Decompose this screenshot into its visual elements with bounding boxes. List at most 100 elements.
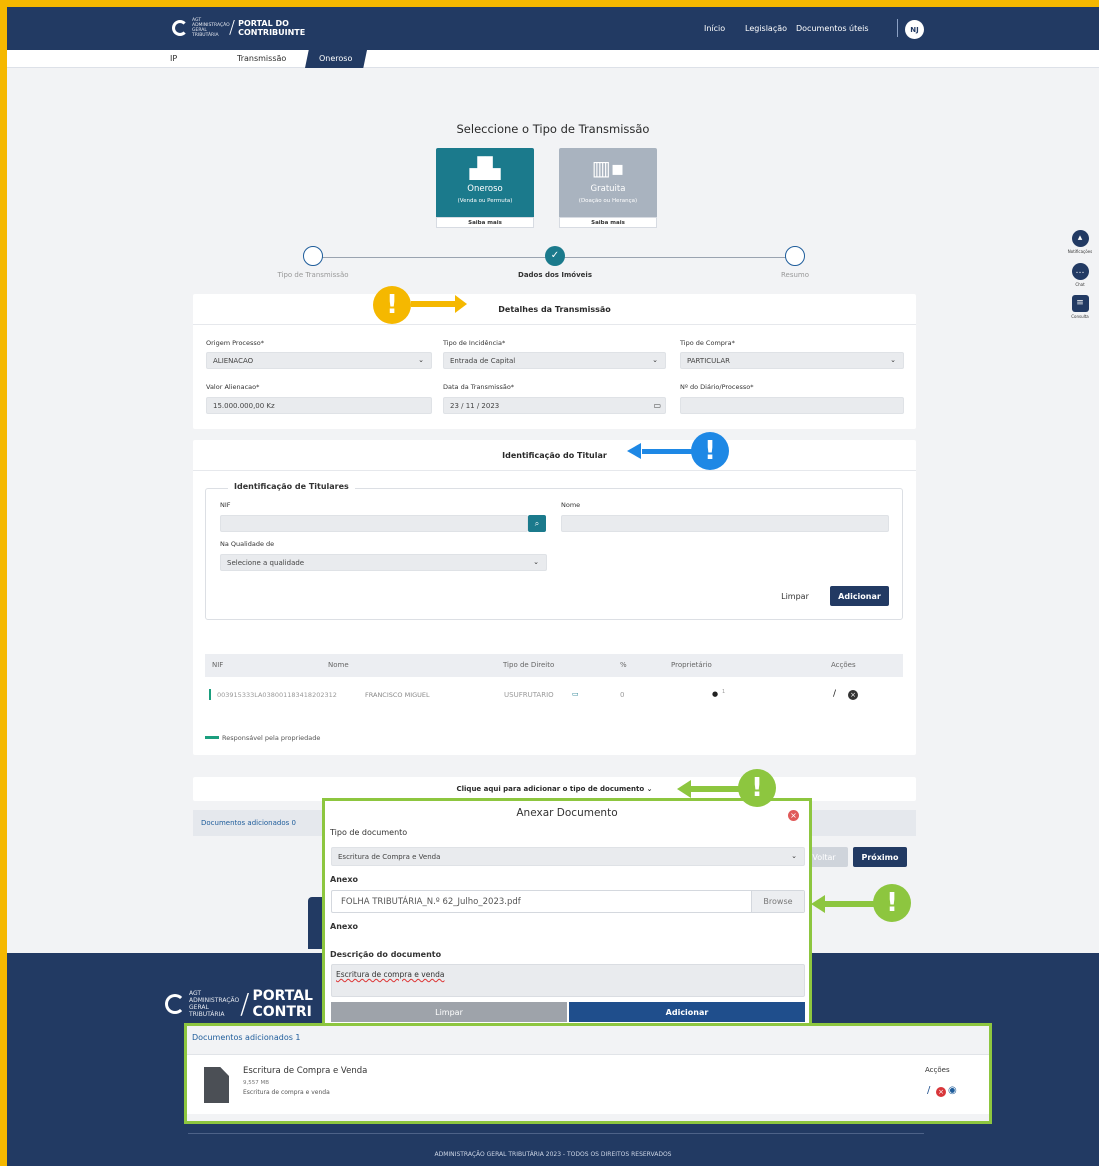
blue-callout-icon: ! xyxy=(691,432,729,470)
footer-title1: PORTAL xyxy=(252,987,313,1004)
incidencia-select[interactable]: Entrada de Capital ⌄ xyxy=(443,352,666,369)
card-oneroso-title: Oneroso xyxy=(467,184,503,194)
chevron-down-icon: ⌄ xyxy=(791,852,797,860)
descricao-textarea[interactable]: Escritura de compra e venda xyxy=(331,964,805,997)
chevron-down-icon: ⌄ xyxy=(890,356,896,364)
nav-legislacao[interactable]: Legislação xyxy=(745,24,787,33)
origem-select[interactable]: ALIENACAO ⌄ xyxy=(206,352,432,369)
chevron-down-icon: ⌄ xyxy=(418,356,424,364)
diario-input[interactable] xyxy=(680,397,904,414)
step-1-circle[interactable] xyxy=(303,246,323,266)
remove-icon[interactable]: × xyxy=(936,1087,946,1097)
detalhes-title: Detalhes da Transmissão xyxy=(498,305,611,314)
titulares-legend: Identificação de Titulares xyxy=(228,482,355,491)
qualidade-label: Na Qualidade de xyxy=(220,540,275,548)
green-callout-2-icon: ! xyxy=(873,884,911,922)
calendar-icon[interactable]: ▭ xyxy=(653,401,661,410)
notificacoes-tool[interactable]: ▴ Notificações xyxy=(1065,230,1095,254)
yellow-callout-icon: ! xyxy=(373,286,411,324)
nav-inicio[interactable]: Início xyxy=(704,24,725,33)
nome-label: Nome xyxy=(561,501,581,509)
legend-note: Responsável pela propriedade xyxy=(222,734,321,742)
close-icon[interactable]: × xyxy=(788,810,799,821)
agt-gear-icon xyxy=(172,19,188,36)
card-oneroso-saiba-mais[interactable]: Saiba mais xyxy=(436,217,534,228)
card-oneroso-subtitle: (Venda ou Permuta) xyxy=(457,198,513,204)
col-nif: NIF xyxy=(212,661,224,669)
qualidade-select[interactable]: Selecione a qualidade ⌄ xyxy=(220,554,547,571)
tipo-documento-select[interactable]: Escritura de Compra e Venda ⌄ xyxy=(331,847,805,866)
user-avatar[interactable]: NJ xyxy=(905,20,924,39)
compra-label: Tipo de Compra* xyxy=(680,339,735,347)
file-name: FOLHA TRIBUTÁRIA_N.º 62_Julho_2023.pdf xyxy=(341,897,521,907)
edit-pencil-icon[interactable]: / xyxy=(833,689,836,699)
calendar-icon[interactable]: ▭ xyxy=(572,690,579,698)
edit-pencil-icon[interactable]: / xyxy=(927,1085,930,1096)
eye-icon[interactable]: ● xyxy=(712,690,718,698)
green-arrow-1-head-icon xyxy=(677,780,691,798)
card-gratuita-saiba-mais[interactable]: Saiba mais xyxy=(559,217,657,228)
step-3-circle[interactable] xyxy=(785,246,805,266)
valor-input[interactable]: 15.000.000,00 Kz xyxy=(206,397,432,414)
responsavel-marker xyxy=(209,689,211,700)
page: AGT ADMINISTRAÇÃO GERAL TRIBUTÁRIA / POR… xyxy=(7,7,1099,1166)
green-callout-1-icon: ! xyxy=(738,769,776,807)
data-label: Data da Transmissão* xyxy=(443,383,515,391)
data-input[interactable]: 23 / 11 / 2023 ▭ xyxy=(443,397,666,414)
view-eye-icon[interactable]: ◉ xyxy=(948,1085,957,1096)
adicionar-titular-button[interactable]: Adicionar xyxy=(830,586,889,606)
logo-title-line1: PORTAL DO xyxy=(238,18,289,28)
proximo-button[interactable]: Próximo xyxy=(853,847,907,867)
nav-documentos-uteis[interactable]: Documentos úteis xyxy=(796,24,869,33)
footer-logo: AGT ADMINISTRAÇÃO GERAL TRIBUTÁRIA / POR… xyxy=(165,987,313,1020)
col-accoes: Acções xyxy=(831,661,856,669)
nome-input[interactable] xyxy=(561,515,889,532)
col-proprietario: Proprietário xyxy=(671,661,712,669)
chat-icon: … xyxy=(1071,263,1089,280)
file-input[interactable]: FOLHA TRIBUTÁRIA_N.º 62_Julho_2023.pdf B… xyxy=(331,890,805,913)
col-nome: Nome xyxy=(328,661,349,669)
list-item: Escritura de Compra e Venda 9,557 MB Esc… xyxy=(187,1054,989,1114)
table-row: 003915333LA038001183418202312 FRANCISCO … xyxy=(205,680,903,710)
col-percent: % xyxy=(620,661,627,669)
nav-divider xyxy=(897,19,898,37)
row-percent: 0 xyxy=(620,691,625,699)
limpar-button[interactable]: Limpar xyxy=(772,587,818,605)
card-gratuita-subtitle: (Doação ou Herança) xyxy=(578,198,638,204)
row-direito: USUFRUTARIO xyxy=(504,691,554,699)
added-docs-title: Documentos adicionados 1 xyxy=(192,1033,301,1042)
footer-title2: CONTRI xyxy=(252,1003,312,1020)
modal-limpar-button[interactable]: Limpar xyxy=(331,1002,567,1022)
doc-size: 9,557 MB xyxy=(243,1080,270,1086)
breadcrumb-transmissao[interactable]: Transmissão xyxy=(237,54,286,63)
consulta-icon: ≡ xyxy=(1071,295,1089,312)
browse-button[interactable]: Browse xyxy=(751,891,804,912)
blue-arrow-shaft xyxy=(642,449,692,454)
step-2-check-icon[interactable]: ✓ xyxy=(545,246,565,266)
breadcrumb-oneroso[interactable]: Oneroso xyxy=(305,50,367,68)
logo-agency-text: AGT ADMINISTRAÇÃO GERAL TRIBUTÁRIA xyxy=(192,17,230,38)
card-oneroso[interactable]: ▟▙ Oneroso (Venda ou Permuta) Saiba mais xyxy=(436,148,534,228)
logo-title-line2: CONTRIBUINTE xyxy=(238,27,306,37)
remove-icon[interactable]: × xyxy=(848,690,858,700)
compra-select[interactable]: PARTICULAR ⌄ xyxy=(680,352,904,369)
row-nif: 003915333LA038001183418202312 xyxy=(217,691,337,699)
documento-toggle-text: Clique aqui para adicionar o tipo de doc… xyxy=(456,785,645,793)
modal-adicionar-button[interactable]: Adicionar xyxy=(569,1002,805,1022)
row-nome: FRANCISCO MIGUEL xyxy=(365,691,430,699)
green-arrow-2-head-icon xyxy=(811,895,825,913)
breadcrumb-ip[interactable]: IP xyxy=(170,54,177,63)
consulta-tool[interactable]: ≡ Consulta xyxy=(1065,295,1095,319)
green-arrow-2-shaft xyxy=(825,901,875,907)
titulares-table-header: NIF Nome Tipo de Direito % Proprietário … xyxy=(205,654,903,677)
agt-gear-icon xyxy=(165,993,185,1014)
search-icon[interactable]: ⌕ xyxy=(528,515,546,532)
row-prop: 1 xyxy=(722,689,726,695)
nif-input[interactable] xyxy=(220,515,528,532)
chevron-down-icon: ⌄ xyxy=(533,558,539,566)
chat-tool[interactable]: … Chat xyxy=(1065,263,1095,287)
card-gratuita[interactable]: ▥▪ Gratuita (Doação ou Herança) Saiba ma… xyxy=(559,148,657,228)
portal-logo[interactable]: AGT ADMINISTRAÇÃO GERAL TRIBUTÁRIA / POR… xyxy=(172,17,305,38)
top-navbar: AGT ADMINISTRAÇÃO GERAL TRIBUTÁRIA / POR… xyxy=(7,7,1099,50)
modal-title: Anexar Documento xyxy=(516,807,618,819)
